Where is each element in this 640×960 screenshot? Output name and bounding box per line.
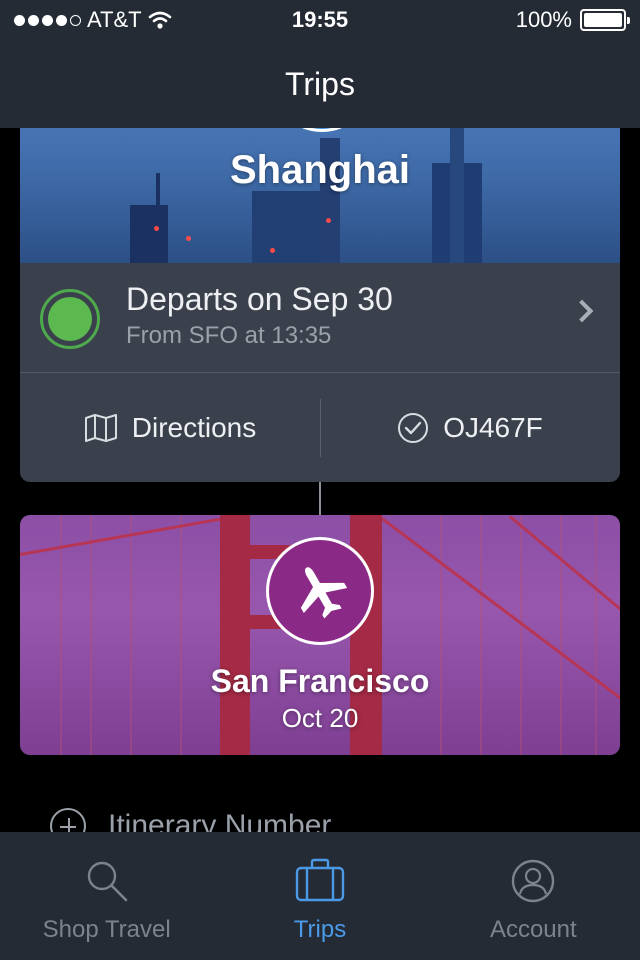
departure-info: Departs on Sep 30 From SFO at 13:35 [126, 281, 393, 350]
tab-label: Account [489, 916, 577, 943]
itinerary-label: Itinerary Number [108, 809, 332, 832]
departure-row[interactable]: Departs on Sep 30 From SFO at 13:35 [20, 263, 620, 373]
departure-subtitle: From SFO at 13:35 [126, 322, 332, 349]
add-itinerary-button[interactable]: Itinerary Number [50, 808, 331, 832]
map-icon [84, 413, 118, 443]
battery-icon [580, 9, 630, 31]
trip-card-san-francisco[interactable]: San Francisco Oct 20 [20, 515, 620, 755]
trip-city-title: San Francisco [210, 663, 430, 699]
suitcase-icon [295, 856, 345, 906]
search-icon [84, 856, 130, 906]
directions-label: Directions [131, 412, 257, 443]
tab-trips[interactable]: Trips [213, 832, 426, 960]
plus-circle-icon [50, 808, 86, 832]
trip-status-icon [40, 289, 100, 349]
carrier-label: AT&T [87, 7, 142, 32]
airplane-icon [289, 560, 351, 622]
signal-strength-icon [14, 14, 81, 26]
status-bar: AT&T 19:55 100% [0, 0, 640, 40]
trips-list[interactable]: Shanghai Departs on Sep 30 From SFO at 1… [0, 128, 640, 832]
trip-actions: Directions OJ467F [20, 373, 620, 482]
confirmation-code: OJ467F [443, 412, 543, 443]
confirmation-button[interactable]: OJ467F [320, 373, 620, 482]
page-title: Trips [285, 65, 355, 102]
timeline-connector [319, 482, 321, 516]
trip-card-shanghai[interactable]: Shanghai Departs on Sep 30 From SFO at 1… [20, 128, 620, 482]
battery-percent: 100% [515, 7, 572, 32]
user-icon [510, 856, 556, 906]
directions-button[interactable]: Directions [20, 373, 320, 482]
status-right: 100% [515, 7, 630, 33]
tab-account[interactable]: Account [427, 832, 640, 960]
tab-bar: Shop Travel Trips Account [0, 832, 640, 960]
departure-title: Departs on Sep 30 [126, 281, 393, 317]
chevron-right-icon [570, 299, 594, 323]
status-left: AT&T [14, 7, 516, 33]
trip-city-title: Shanghai [229, 148, 411, 192]
nav-bar: Trips [0, 40, 640, 128]
tab-shop-travel[interactable]: Shop Travel [0, 832, 213, 960]
flight-badge [266, 537, 374, 645]
action-divider [320, 399, 321, 457]
trip-badge-circle [270, 128, 374, 132]
tab-label: Shop Travel [42, 916, 171, 943]
trip-hero-image: Shanghai [20, 128, 620, 263]
battery-fill [584, 13, 622, 27]
check-circle-icon [397, 412, 429, 444]
trip-date: Oct 20 [281, 703, 359, 733]
wifi-icon [148, 10, 172, 30]
tab-label: Trips [293, 916, 347, 943]
